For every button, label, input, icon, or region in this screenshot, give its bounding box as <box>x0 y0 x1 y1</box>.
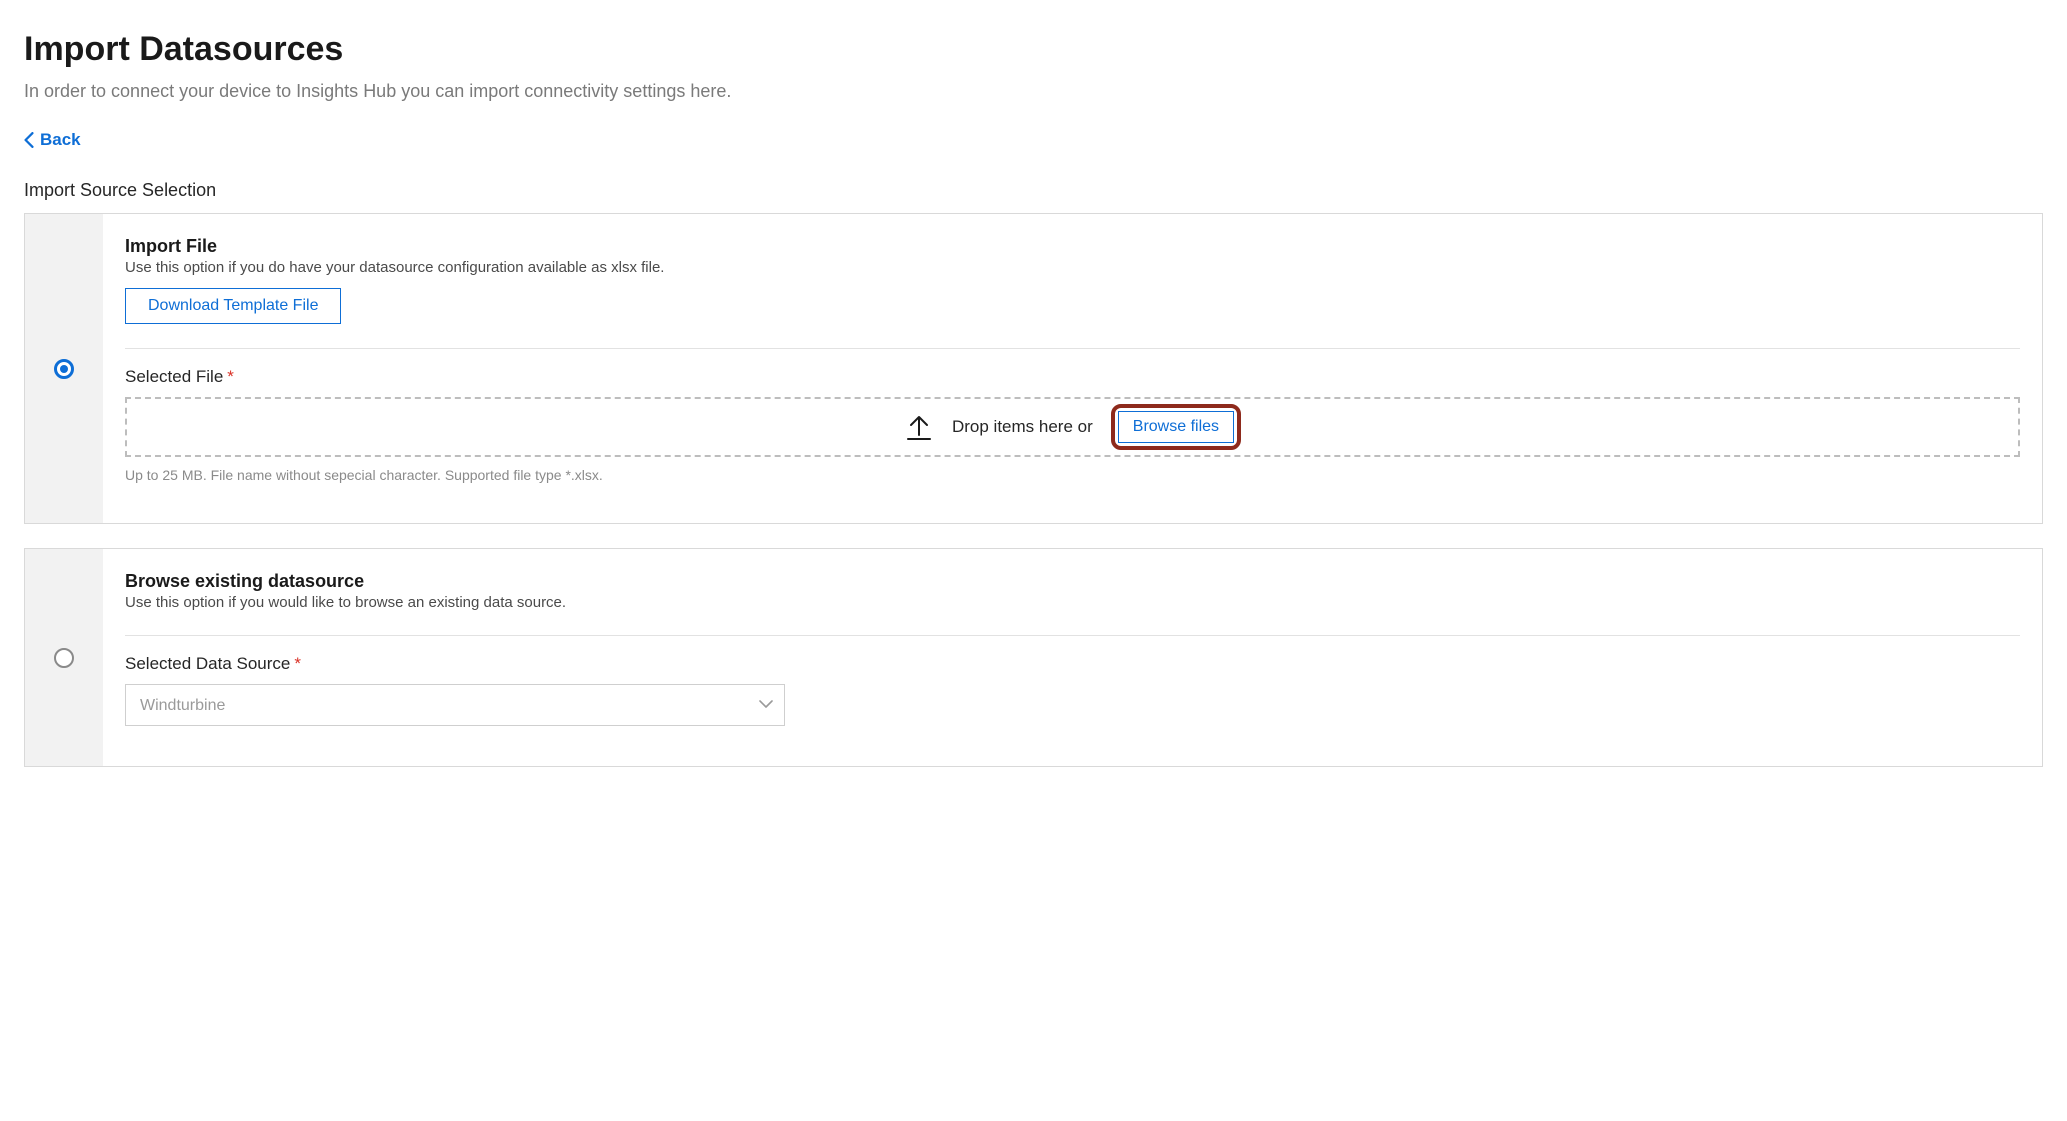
option-card-import-file: Import File Use this option if you do ha… <box>24 213 2043 524</box>
radio-import-file[interactable] <box>54 359 74 379</box>
page-title: Import Datasources <box>24 30 2043 69</box>
back-label: Back <box>40 130 81 150</box>
option-desc: Use this option if you would like to bro… <box>125 594 2020 611</box>
upload-icon <box>904 413 934 441</box>
divider <box>125 635 2020 636</box>
radio-inner-dot <box>60 365 68 373</box>
chevron-left-icon <box>24 132 34 148</box>
option-title: Import File <box>125 236 2020 257</box>
radio-col <box>25 214 103 523</box>
selected-file-label: Selected File* <box>125 367 2020 387</box>
datasource-select-wrap: Windturbine <box>125 684 785 726</box>
dropzone-text: Drop items here or <box>952 417 1093 437</box>
divider <box>125 348 2020 349</box>
section-heading: Import Source Selection <box>24 180 2043 201</box>
file-dropzone[interactable]: Drop items here or Browse files <box>125 397 2020 457</box>
download-template-button[interactable]: Download Template File <box>125 288 341 324</box>
required-marker: * <box>294 654 301 673</box>
option-body: Browse existing datasource Use this opti… <box>103 549 2042 766</box>
field-label-text: Selected File <box>125 367 223 386</box>
option-card-browse-existing: Browse existing datasource Use this opti… <box>24 548 2043 767</box>
highlight-annotation: Browse files <box>1111 404 1241 450</box>
back-link[interactable]: Back <box>24 130 81 150</box>
selected-datasource-label: Selected Data Source* <box>125 654 2020 674</box>
option-body: Import File Use this option if you do ha… <box>103 214 2042 523</box>
radio-col <box>25 549 103 766</box>
field-label-text: Selected Data Source <box>125 654 290 673</box>
browse-files-button[interactable]: Browse files <box>1118 411 1234 443</box>
datasource-select[interactable]: Windturbine <box>125 684 785 726</box>
page-subtitle: In order to connect your device to Insig… <box>24 81 2043 102</box>
option-title: Browse existing datasource <box>125 571 2020 592</box>
file-hint: Up to 25 MB. File name without sepecial … <box>125 467 2020 483</box>
option-desc: Use this option if you do have your data… <box>125 259 2020 276</box>
radio-browse-existing[interactable] <box>54 648 74 668</box>
required-marker: * <box>227 367 234 386</box>
